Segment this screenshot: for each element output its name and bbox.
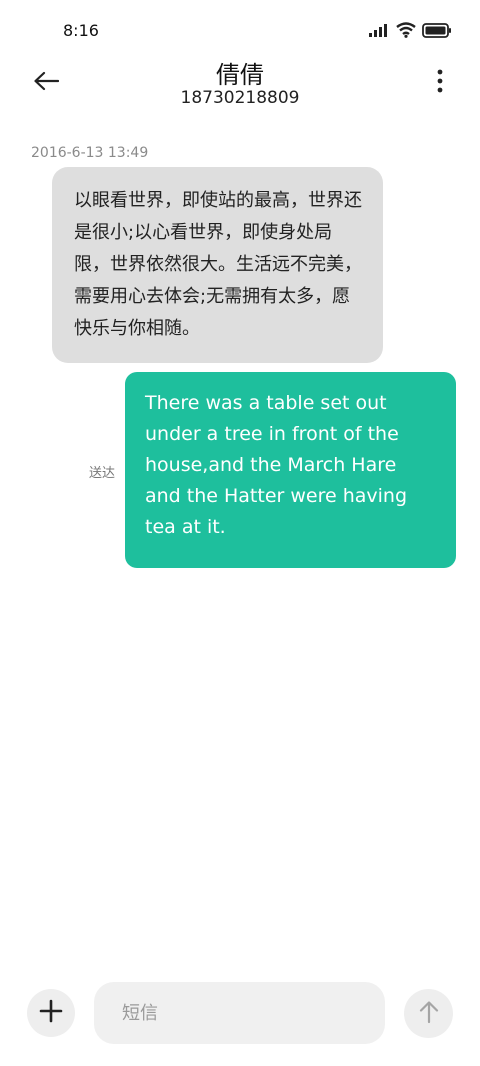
send-button[interactable] xyxy=(404,989,453,1038)
message-timestamp: 2016-6-13 13:49 xyxy=(31,145,149,161)
more-vertical-icon xyxy=(437,69,443,97)
status-icons xyxy=(368,22,452,38)
contact-number: 18730218809 xyxy=(180,88,300,108)
sms-input[interactable] xyxy=(94,982,385,1044)
status-time: 8:16 xyxy=(63,21,99,40)
outgoing-message-bubble[interactable]: There was a table set out under a tree i… xyxy=(125,372,456,568)
wifi-icon xyxy=(396,22,416,38)
add-attachment-button[interactable] xyxy=(27,989,75,1037)
more-options-button[interactable] xyxy=(430,67,450,99)
status-bar: 8:16 xyxy=(0,0,480,60)
delivery-status: 送达 xyxy=(89,466,116,481)
plus-icon xyxy=(39,999,63,1027)
conversation-header: 倩倩 18730218809 xyxy=(0,55,480,115)
arrow-up-icon xyxy=(418,1000,440,1028)
signal-icon xyxy=(368,23,390,37)
contact-name: 倩倩 xyxy=(216,61,264,89)
incoming-message-bubble[interactable]: 以眼看世界，即使站的最高，世界还是很小;以心看世界，即使身处局限，世界依然很大。… xyxy=(52,167,383,363)
battery-icon xyxy=(422,22,452,38)
